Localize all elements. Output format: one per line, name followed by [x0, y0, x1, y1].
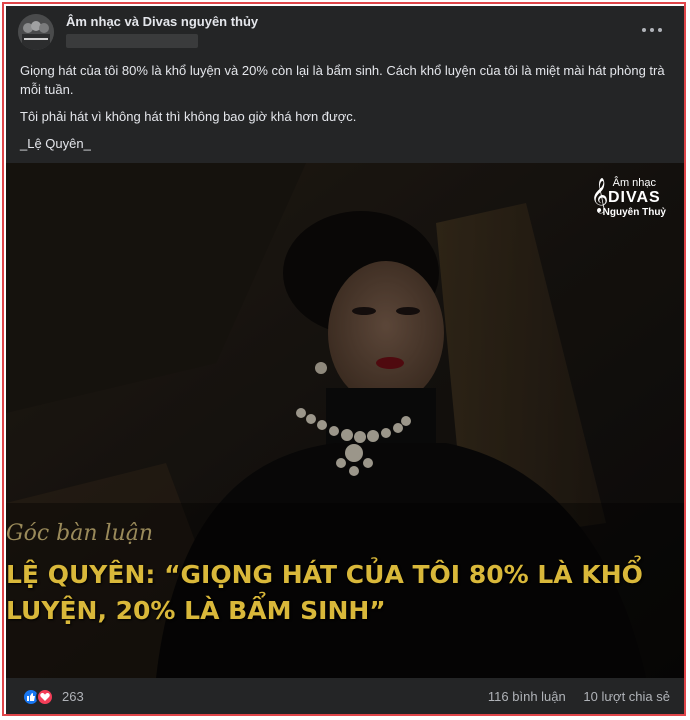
facebook-post-card: Âm nhạc và Divas nguyên thủy Giọng hát c…	[6, 6, 684, 714]
headline-line-1: LỆ QUYÊN: “GIỌNG HÁT CỦA TÔI 80% LÀ KHỔ	[6, 560, 643, 589]
comments-count-link[interactable]: 116 bình luận	[488, 689, 566, 704]
logo-line-1: Âm nhạc	[612, 177, 657, 189]
more-options-icon[interactable]	[638, 20, 666, 40]
post-paragraph: Giọng hát của tôi 80% là khổ luyện và 20…	[20, 63, 665, 97]
shares-count-link[interactable]: 10 lượt chia sẻ	[583, 689, 670, 704]
post-header: Âm nhạc và Divas nguyên thủy	[6, 6, 684, 56]
image-headline: LỆ QUYÊN: “GIỌNG HÁT CỦA TÔI 80% LÀ KHỔ …	[6, 557, 676, 629]
post-footer: 263 116 bình luận 10 lượt chia sẻ	[6, 678, 684, 714]
avatar-image	[18, 14, 54, 50]
reaction-count[interactable]: 263	[62, 689, 84, 704]
image-caption-script: Góc bàn luận	[6, 521, 153, 546]
logo-line-2: DIVAS	[607, 189, 661, 206]
page-avatar[interactable]	[18, 14, 54, 50]
post-signature: _Lệ Quyên_	[20, 136, 91, 151]
post-image[interactable]: 𝄞 Âm nhạc DIVAS Nguyên Thuỷ Góc bàn luận…	[6, 163, 684, 678]
post-paragraph: Tôi phải hát vì không hát thì không bao …	[20, 109, 357, 124]
headline-line-2: LUYỆN, 20% LÀ BẨM SINH”	[6, 596, 386, 625]
post-body: Giọng hát của tôi 80% là khổ luyện và 20…	[20, 61, 676, 161]
love-icon[interactable]	[36, 688, 54, 706]
treble-clef-icon: 𝄞	[590, 179, 609, 212]
page-name-link[interactable]: Âm nhạc và Divas nguyên thủy	[66, 14, 258, 29]
post-timestamp-redacted	[66, 34, 198, 48]
logo-line-3: Nguyên Thuỷ	[602, 207, 666, 218]
engagement-stats: 116 bình luận 10 lượt chia sẻ	[488, 689, 670, 704]
divas-watermark-logo: 𝄞 Âm nhạc DIVAS Nguyên Thuỷ	[591, 177, 666, 218]
